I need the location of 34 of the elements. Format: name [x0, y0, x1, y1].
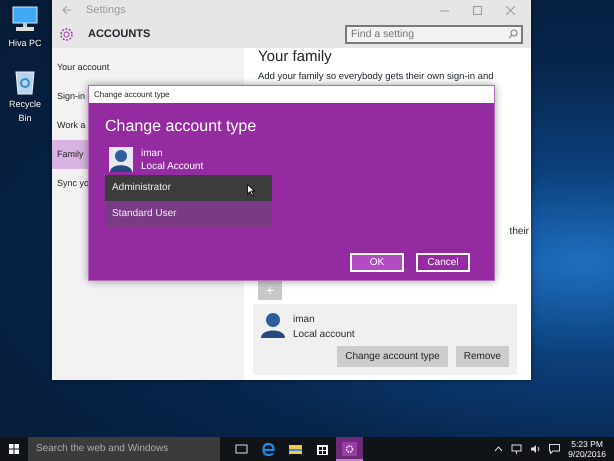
cancel-button[interactable]: Cancel	[416, 253, 470, 272]
settings-icon	[59, 26, 74, 42]
user-name: iman	[141, 147, 164, 160]
search-field[interactable]: Find a setting	[345, 24, 523, 44]
desktop-icon-label[interactable]: Recycle Bin	[2, 98, 48, 125]
speaker-icon[interactable]	[530, 444, 542, 454]
search-icon[interactable]	[508, 29, 518, 39]
ok-button[interactable]: OK	[350, 253, 404, 272]
body-text: their	[510, 225, 529, 240]
change-account-type-button[interactable]: Change account type	[337, 346, 448, 368]
dialog-title: Change account type	[89, 86, 494, 103]
intro-text: Add your family so everybody gets their own sign-in and	[258, 70, 495, 84]
dialog-heading: Change account type	[105, 117, 258, 137]
clock-time[interactable]: 5:23 PM	[568, 439, 606, 449]
window-title: Settings	[86, 2, 126, 18]
account-type: Local Account	[141, 160, 204, 173]
user-avatar-icon	[109, 147, 133, 172]
section-title: ACCOUNTS	[88, 26, 150, 42]
dropdown-option[interactable]: Standard User	[105, 201, 272, 227]
network-icon[interactable]	[511, 444, 522, 454]
clock-date[interactable]: 9/20/2016	[568, 449, 606, 459]
remove-button[interactable]: Remove	[456, 346, 509, 368]
cursor-icon	[247, 184, 255, 196]
account-type: Local account	[293, 328, 355, 342]
dropdown-option[interactable]: Administrator	[105, 175, 272, 201]
taskbar-search-field[interactable]: Search the web and Windows	[28, 437, 220, 461]
sidebar-item[interactable]: Your account	[52, 53, 244, 82]
chevron-up-icon[interactable]	[494, 446, 504, 452]
page-heading: Your family	[258, 48, 333, 66]
desktop-icon-label[interactable]: Hiva PC	[2, 37, 48, 50]
notification-icon[interactable]	[549, 444, 560, 454]
account-name: iman	[293, 313, 316, 328]
user-avatar-icon	[261, 312, 285, 338]
search-field[interactable]: Find a setting	[347, 26, 487, 42]
